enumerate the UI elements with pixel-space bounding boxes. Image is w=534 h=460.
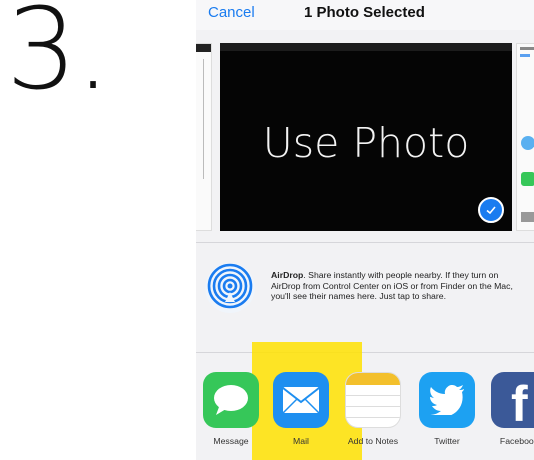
divider bbox=[196, 352, 534, 353]
share-app-mail[interactable]: Mail bbox=[268, 372, 334, 446]
app-label: Message bbox=[213, 436, 249, 446]
nav-bar: Cancel 1 Photo Selected bbox=[196, 0, 534, 30]
share-app-facebook[interactable]: f Facebook bbox=[486, 372, 534, 446]
airdrop-description: AirDrop. Share instantly with people nea… bbox=[271, 270, 529, 302]
step-number: 3. bbox=[6, 0, 111, 115]
photo-carousel[interactable]: Use Photo bbox=[196, 38, 534, 234]
app-label: Facebook bbox=[499, 436, 534, 446]
airdrop-icon[interactable] bbox=[204, 262, 256, 314]
app-label: Twitter bbox=[434, 436, 460, 446]
share-app-message[interactable]: Message bbox=[198, 372, 264, 446]
airdrop-body: . Share instantly with people nearby. If… bbox=[271, 270, 513, 301]
app-label: Mail bbox=[293, 436, 309, 446]
share-sheet: Cancel 1 Photo Selected Use Photo AirDro… bbox=[196, 0, 534, 460]
airdrop-title: AirDrop bbox=[271, 270, 304, 280]
next-photo-thumbnail[interactable] bbox=[516, 43, 534, 231]
photo-text: Use Photo bbox=[262, 119, 470, 167]
checkmark-icon[interactable] bbox=[478, 197, 504, 223]
share-app-twitter[interactable]: Twitter bbox=[414, 372, 480, 446]
twitter-icon bbox=[419, 372, 475, 428]
selected-photo[interactable]: Use Photo bbox=[220, 43, 512, 231]
mail-icon bbox=[273, 372, 329, 428]
nav-title: 1 Photo Selected bbox=[304, 4, 425, 21]
share-app-notes[interactable]: Add to Notes bbox=[340, 372, 406, 446]
share-apps-row: Message Mail Add to Notes Twitter f Face… bbox=[196, 372, 534, 460]
cancel-button[interactable]: Cancel bbox=[208, 4, 255, 21]
facebook-icon: f bbox=[491, 372, 534, 428]
divider bbox=[196, 242, 534, 243]
app-label: Add to Notes bbox=[347, 436, 399, 446]
message-icon bbox=[203, 372, 259, 428]
previous-photo-thumbnail[interactable] bbox=[196, 43, 212, 231]
notes-icon bbox=[345, 372, 401, 428]
